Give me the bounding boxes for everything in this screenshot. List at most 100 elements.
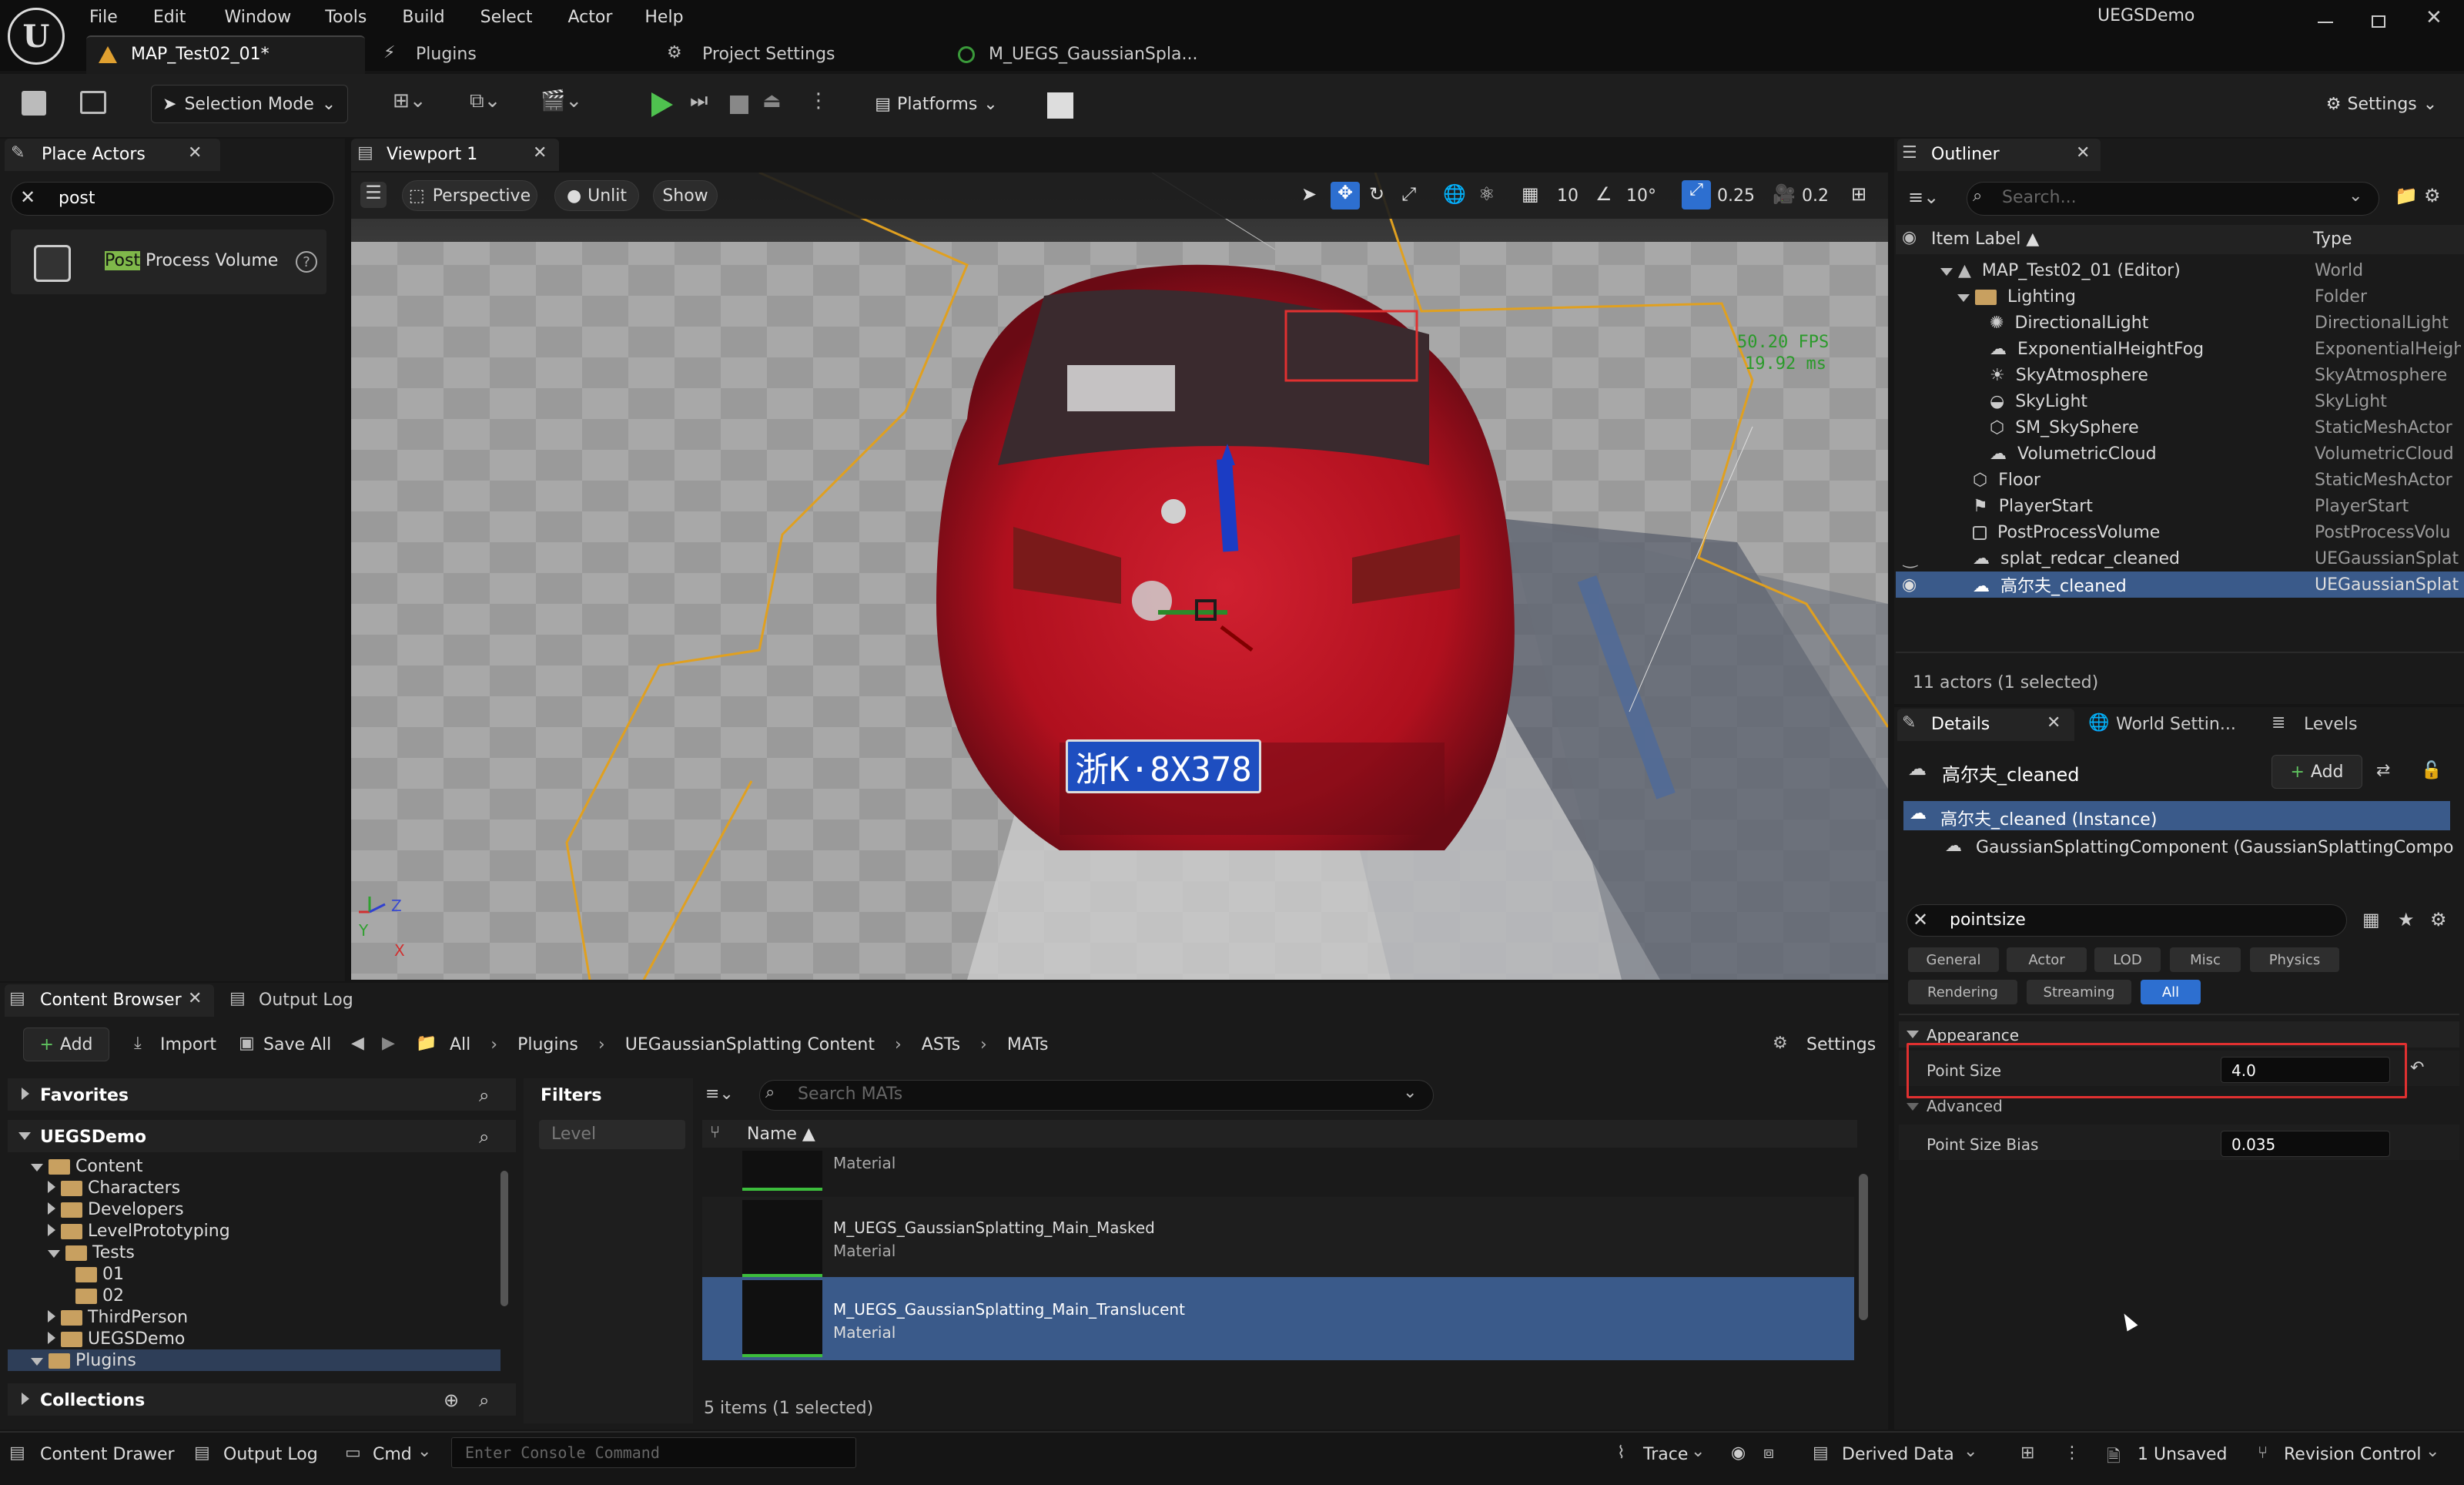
cb-import-button[interactable]: Import [160,1035,216,1054]
blueprint-icon[interactable]: ⇄ [2376,761,2390,780]
asset-row-selected[interactable]: M_UEGS_GaussianSplatting_Main_Translucen… [702,1277,1854,1360]
cmd-dropdown[interactable]: Cmd [373,1445,412,1464]
breadcrumb-item[interactable]: Plugins [517,1035,578,1054]
play-options-icon[interactable]: ⋮ [808,89,829,112]
save-icon[interactable] [22,91,46,116]
outliner-row[interactable]: ▲ MAP_Test02_01 (Editor) World [1896,257,2464,283]
add-actor-icon[interactable]: ⊞⌄ [393,89,427,112]
help-icon[interactable]: ? [296,251,317,273]
outliner-row[interactable]: ⚑ PlayerStart PlayerStart [1896,493,2464,519]
breadcrumb-item[interactable]: UEGaussianSplatting Content [625,1035,875,1054]
menu-item-window[interactable]: Window [224,3,291,31]
filter-general[interactable]: General [1908,947,1999,972]
close-tab-icon[interactable]: ✕ [188,989,202,1008]
tree-item[interactable]: Characters [8,1177,500,1198]
menu-item-select[interactable]: Select [480,3,533,31]
advanced-label[interactable]: Advanced [1927,1097,2003,1115]
grid-snap-icon[interactable]: ▦ [1522,183,1539,205]
translate-tool-icon[interactable]: ✥ [1331,182,1360,210]
menu-item-file[interactable]: File [89,3,118,31]
menu-item-actor[interactable]: Actor [568,3,613,31]
menu-item-help[interactable]: Help [644,3,683,31]
menu-item-tools[interactable]: Tools [325,3,367,31]
asset-row[interactable]: Material [702,1151,1854,1194]
tree-item[interactable]: UEGSDemo [8,1328,500,1349]
star-icon[interactable]: ★ [2398,909,2415,930]
browse-icon[interactable] [80,91,106,114]
tree-item[interactable]: 01 [8,1263,500,1285]
chevron-down-icon[interactable]: ⌄ [2426,1442,2439,1461]
unreal-logo-icon[interactable]: U [8,8,65,65]
asset-scrollbar[interactable] [1859,1174,1868,1320]
scale-snap-icon[interactable]: ⤢ [1682,180,1711,210]
scale-tool-icon[interactable]: ⤢ [1401,183,1416,205]
close-tab-icon[interactable]: ✕ [2076,143,2090,163]
output-log-tab[interactable]: Output Log [259,991,353,1010]
tree-item[interactable]: Content [8,1155,500,1177]
tree-item[interactable]: ThirdPerson [8,1306,500,1328]
chevron-down-icon[interactable]: ⌄ [1403,1083,1417,1102]
level-filter-chip[interactable]: Level [539,1120,685,1149]
viewport-scene[interactable]: 浙K·8X378 50.20 FPS 19.92 ms Z Y X [351,173,1888,980]
search-icon[interactable]: ⌕ [479,1126,489,1148]
chevron-down-icon[interactable]: ⌄ [1691,1442,1705,1461]
breadcrumb-item[interactable]: ASTs [922,1035,960,1054]
reset-icon[interactable]: ↶ [2410,1058,2424,1078]
cb-add-button[interactable]: + Add [23,1027,109,1061]
minimize-icon[interactable] [2318,22,2333,23]
filter-lod[interactable]: LOD [2094,947,2161,972]
tree-item[interactable]: Developers [8,1198,500,1220]
selection-mode-dropdown[interactable]: ➤ Selection Mode ⌄ [151,85,348,123]
visibility-hidden-icon[interactable]: ‿ [1903,549,1917,568]
tree-item[interactable]: 02 [8,1285,500,1306]
clear-search-icon[interactable]: ✕ [1913,909,1928,930]
output-log-button[interactable]: Output Log [223,1445,318,1464]
outliner-row[interactable]: ✺ DirectionalLight DirectionalLight [1896,310,2464,336]
play-icon[interactable] [651,92,673,117]
outliner-row[interactable]: ◒ SkyLight SkyLight [1896,388,2464,414]
col-item-label[interactable]: Item Label ▲ [1931,230,2039,249]
skip-icon[interactable]: ⏭ [690,89,708,113]
visibility-icon[interactable]: ◉ [1902,228,1917,247]
grid-snap-value[interactable]: 10 [1557,186,1578,206]
close-tab-icon[interactable]: ✕ [188,143,202,163]
tree-scrollbar[interactable] [500,1171,508,1306]
outliner-row[interactable]: ☀ SkyAtmosphere SkyAtmosphere [1896,362,2464,388]
outliner-row[interactable]: ‿ ☁ splat_redcar_cleaned UEGaussianSplat [1896,545,2464,572]
history-back-icon[interactable]: ◀ [351,1034,364,1053]
search-icon[interactable]: ⌕ [479,1084,489,1106]
camera-speed-value[interactable]: 0.2 [1802,186,1829,206]
filter-rendering[interactable]: Rendering [1908,980,2017,1004]
content-drawer-button[interactable]: Content Drawer [40,1445,175,1464]
gear-icon[interactable]: ⚙ [2430,909,2447,930]
close-tab-icon[interactable]: ✕ [2047,713,2061,732]
trace-dropdown[interactable]: Trace [1643,1445,1688,1464]
select-tool-icon[interactable]: ➤ [1301,183,1317,205]
tree-item[interactable]: Tests [8,1242,500,1263]
eject-icon[interactable]: ⏏ [762,89,782,112]
filter-physics[interactable]: Physics [2250,947,2339,972]
derived-data-dropdown[interactable]: Derived Data [1842,1445,1954,1464]
outliner-row[interactable]: ⬡ Floor StaticMeshActor [1896,467,2464,493]
filter-all[interactable]: All [2141,980,2201,1004]
tree-item-selected[interactable]: Plugins [8,1349,500,1371]
close-window-icon[interactable]: ✕ [2426,6,2442,29]
menu-item-edit[interactable]: Edit [153,3,186,31]
screenshot-icon[interactable]: ⧈ [1763,1443,1774,1463]
scale-snap-value[interactable]: 0.25 [1717,186,1755,206]
viewport-menu-icon[interactable]: ☰ [360,182,387,208]
layout-icon[interactable]: ⊞ [1851,183,1866,205]
breadcrumb-item[interactable]: All [450,1035,470,1054]
outliner-row[interactable]: ☁ VolumetricCloud VolumetricCloud [1896,441,2464,467]
chevron-down-icon[interactable]: ⌄ [417,1442,431,1461]
revision-control-dropdown[interactable]: Revision Control [2284,1445,2421,1464]
search-icon[interactable]: ⌕ [479,1389,489,1411]
filter-icon[interactable]: ≡⌄ [705,1084,734,1104]
surface-snap-icon[interactable]: ⚛ [1478,183,1495,205]
clear-search-icon[interactable]: ✕ [20,186,35,208]
outliner-row-selected[interactable]: ◉ ☁ 高尔夫_cleaned UEGaussianSplat [1896,572,2464,598]
outliner-row[interactable]: ☁ ExponentialHeightFog ExponentialHeigh [1896,336,2464,362]
show-button[interactable]: Show [653,180,718,211]
camera-speed-icon[interactable]: 🎥 [1773,183,1796,205]
table-view-icon[interactable]: ▦ [2362,909,2380,930]
